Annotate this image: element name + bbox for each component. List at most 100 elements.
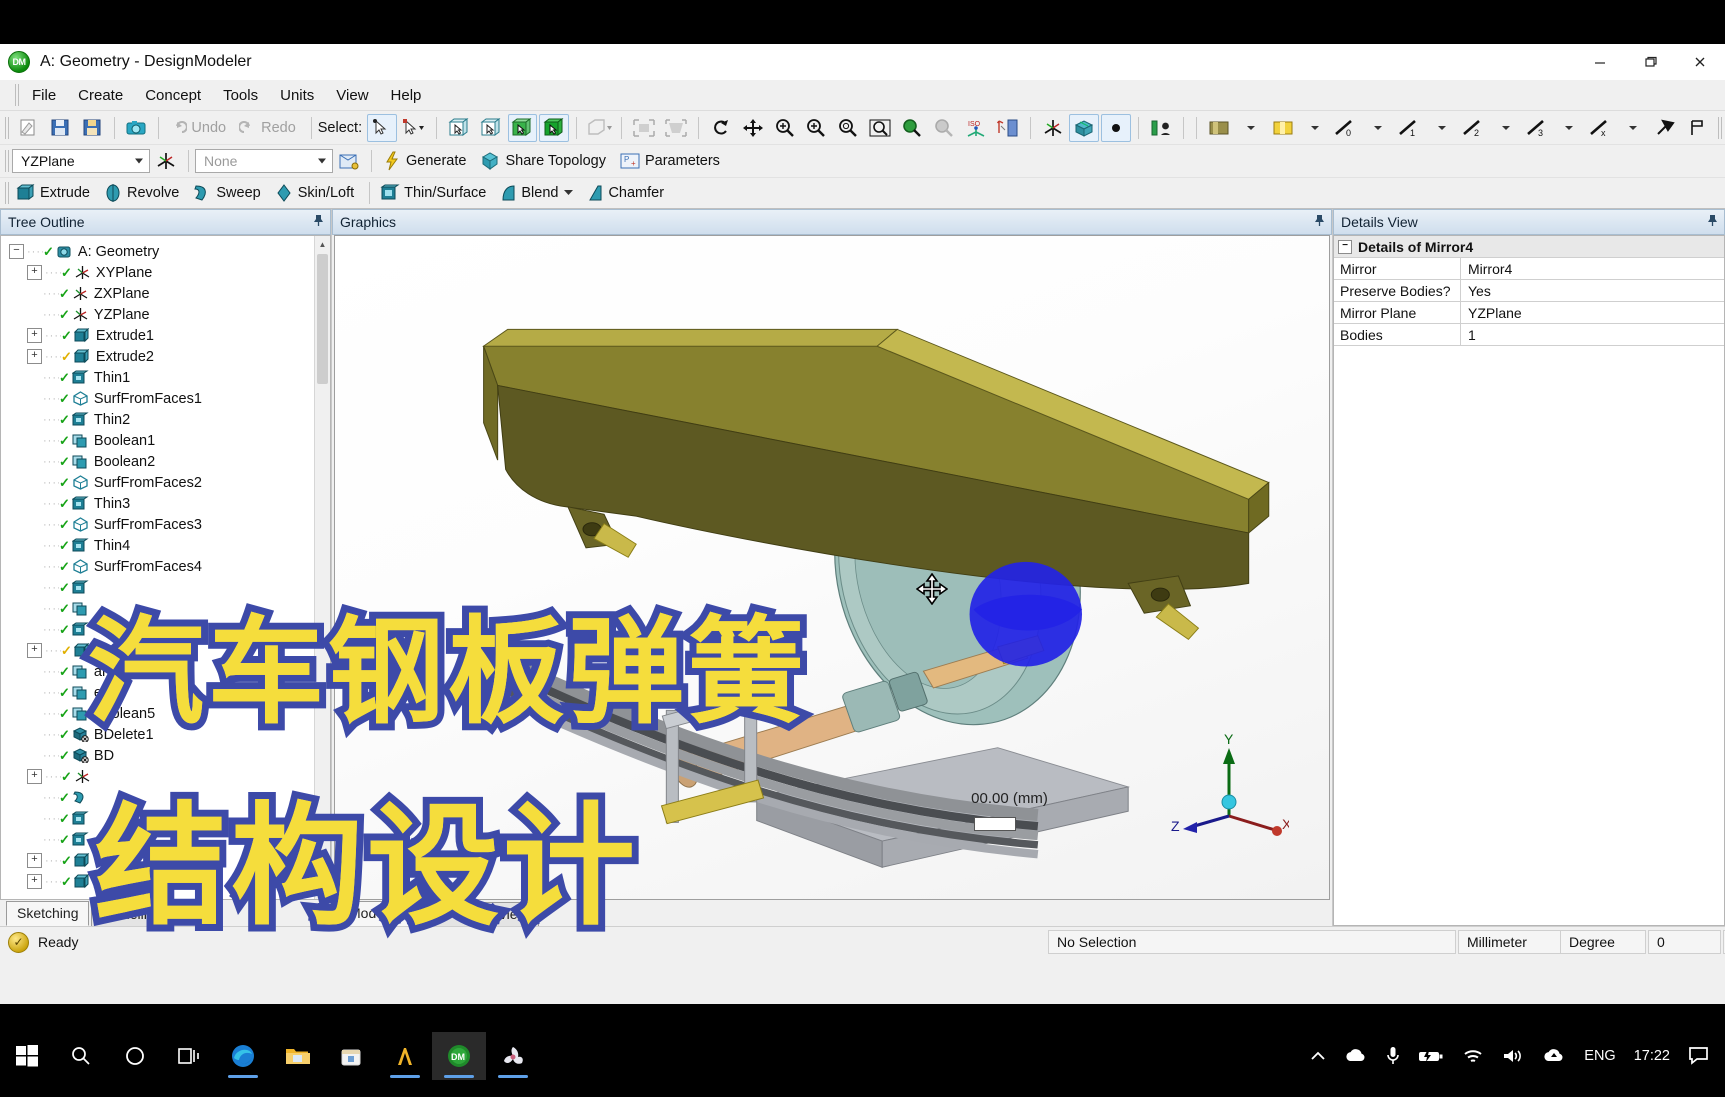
chevron-down-icon[interactable]: [1236, 114, 1266, 142]
skin-loft-button[interactable]: Skin/Loft: [270, 179, 363, 207]
camera-icon[interactable]: [122, 114, 152, 142]
scroll-thumb[interactable]: [317, 254, 328, 384]
cloud-icon[interactable]: [1344, 1048, 1368, 1064]
microphone-icon[interactable]: [1386, 1046, 1400, 1066]
menu-file[interactable]: File: [22, 84, 66, 107]
blend-button[interactable]: Blend: [495, 179, 582, 207]
details-value[interactable]: Mirror4: [1461, 258, 1724, 279]
tree-item[interactable]: ····✓ ZXPlane: [9, 283, 330, 304]
tree-item[interactable]: ····✓ SurfFromFaces3: [9, 514, 330, 535]
active-plane-combo[interactable]: YZPlane: [12, 149, 150, 173]
details-table[interactable]: − Details of Mirror4 Mirror Mirror4 Preser…: [1333, 235, 1725, 926]
collapse-icon[interactable]: −: [1338, 239, 1352, 254]
tree-item[interactable]: ····✓ Thin2: [9, 409, 330, 430]
chevron-down-icon[interactable]: [1427, 114, 1457, 142]
pin-icon[interactable]: [313, 214, 324, 230]
select-vertex-icon[interactable]: [444, 114, 474, 142]
pin-ruler-icon[interactable]: [1650, 114, 1680, 142]
tree-item[interactable]: ····✓ Thin3: [9, 493, 330, 514]
store-icon[interactable]: [324, 1032, 378, 1080]
menu-help[interactable]: Help: [381, 84, 432, 107]
share-topology-button[interactable]: Share Topology: [475, 147, 615, 175]
zoom-previous-icon[interactable]: [897, 114, 927, 142]
chevron-down-icon[interactable]: [1554, 114, 1584, 142]
ruler-x-icon[interactable]: x: [1586, 114, 1616, 142]
tree-item[interactable]: −····✓ A: Geometry: [9, 241, 330, 262]
expand-icon[interactable]: +: [27, 265, 42, 280]
zoom-icon[interactable]: [770, 114, 800, 142]
zoom-in-icon[interactable]: [802, 114, 832, 142]
tree-item[interactable]: +····✓ Extrude1: [9, 325, 330, 346]
close-button[interactable]: [1675, 44, 1725, 80]
extrude-button[interactable]: Extrude: [12, 179, 99, 207]
tree-item[interactable]: ····✓ SurfFromFaces4: [9, 556, 330, 577]
rotate-icon[interactable]: [706, 114, 736, 142]
tree-item[interactable]: ····✓ Boolean1: [9, 430, 330, 451]
ruler-1-icon[interactable]: 1: [1395, 114, 1425, 142]
chevron-down-icon[interactable]: [1300, 114, 1330, 142]
ruler-2-icon[interactable]: 2: [1459, 114, 1489, 142]
redo-button[interactable]: Redo: [235, 114, 305, 142]
new-icon[interactable]: [13, 114, 43, 142]
start-button[interactable]: [0, 1032, 54, 1080]
edge-icon[interactable]: [216, 1032, 270, 1080]
save-icon[interactable]: [45, 114, 75, 142]
pan-icon[interactable]: [738, 114, 768, 142]
designmodeler-icon[interactable]: DM: [432, 1032, 486, 1080]
box-select-icon[interactable]: [629, 114, 659, 142]
menu-concept[interactable]: Concept: [135, 84, 211, 107]
chamfer-button[interactable]: Chamfer: [582, 179, 673, 207]
photos-icon[interactable]: [486, 1032, 540, 1080]
menu-create[interactable]: Create: [68, 84, 133, 107]
thick-display-icon[interactable]: [1268, 114, 1298, 142]
display-model-icon[interactable]: [1069, 113, 1100, 142]
tree-item[interactable]: +····✓ Extrude2: [9, 346, 330, 367]
collapse-icon[interactable]: −: [9, 244, 24, 259]
select-edge-icon[interactable]: [476, 114, 506, 142]
scroll-up-icon[interactable]: ▲: [315, 236, 330, 252]
tree-item[interactable]: ····✓ SurfFromFaces1: [9, 388, 330, 409]
generate-button[interactable]: Generate: [378, 147, 475, 175]
zoom-next-icon[interactable]: [929, 114, 959, 142]
ruler-3-icon[interactable]: 3: [1523, 114, 1553, 142]
onedrive-icon[interactable]: [1542, 1048, 1566, 1064]
ansys-icon[interactable]: [378, 1032, 432, 1080]
expand-icon[interactable]: +: [27, 853, 42, 868]
tree-item[interactable]: ····✓ YZPlane: [9, 304, 330, 325]
pin-icon[interactable]: [1707, 214, 1718, 230]
display-plane-icon[interactable]: [1038, 114, 1068, 142]
tree-item[interactable]: +····✓ XYPlane: [9, 262, 330, 283]
select-box-icon[interactable]: [399, 114, 429, 142]
sweep-button[interactable]: Sweep: [188, 179, 269, 207]
menu-view[interactable]: View: [326, 84, 378, 107]
tray-chevron-icon[interactable]: [1310, 1050, 1326, 1062]
look-at-face-icon[interactable]: [993, 114, 1023, 142]
zoom-window-icon[interactable]: [833, 114, 863, 142]
expand-icon[interactable]: +: [27, 769, 42, 784]
details-value[interactable]: YZPlane: [1461, 302, 1724, 323]
tree-item[interactable]: ····✓ Thin1: [9, 367, 330, 388]
box-volume-select-icon[interactable]: [661, 114, 691, 142]
wifi-icon[interactable]: [1462, 1048, 1484, 1064]
details-row[interactable]: Mirror Plane YZPlane: [1334, 302, 1724, 324]
volume-icon[interactable]: [1502, 1048, 1524, 1064]
details-row[interactable]: Mirror Mirror4: [1334, 258, 1724, 280]
details-row[interactable]: Preserve Bodies? Yes: [1334, 280, 1724, 302]
parameters-button[interactable]: P + Parameters: [615, 147, 729, 175]
tab-sketching[interactable]: Sketching: [6, 901, 90, 926]
clock[interactable]: 17:22: [1634, 1048, 1670, 1064]
select-single-icon[interactable]: [367, 113, 397, 142]
maximize-button[interactable]: [1625, 44, 1675, 80]
new-sketch-icon[interactable]: [334, 147, 364, 175]
revolve-button[interactable]: Revolve: [99, 179, 188, 207]
tree-item[interactable]: ····✓ Thin4: [9, 535, 330, 556]
ruler-0-icon[interactable]: 0: [1331, 114, 1361, 142]
zoom-to-fit-icon[interactable]: [865, 114, 895, 142]
expand-icon[interactable]: +: [27, 349, 42, 364]
details-value[interactable]: Yes: [1461, 280, 1724, 301]
chevron-down-icon[interactable]: [1618, 114, 1648, 142]
flag-icon[interactable]: [1682, 114, 1712, 142]
folder-icon[interactable]: [270, 1032, 324, 1080]
tree-item[interactable]: ····✓ SurfFromFaces2: [9, 472, 330, 493]
chevron-down-icon[interactable]: [1363, 114, 1393, 142]
